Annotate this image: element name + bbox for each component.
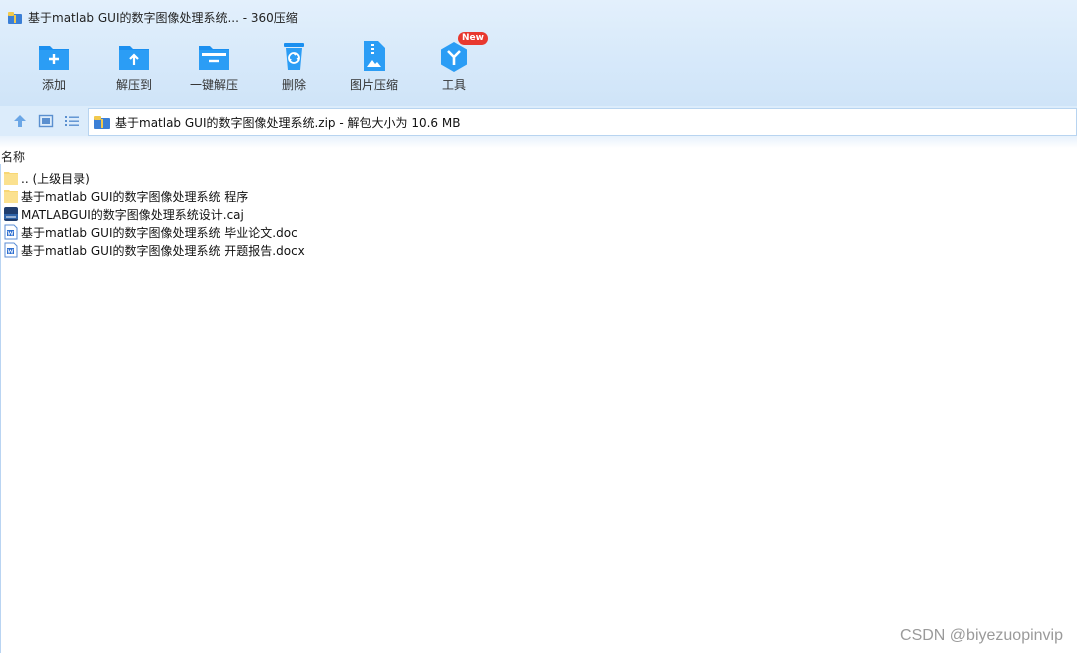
extract-to-label: 解压到	[115, 78, 152, 92]
one-click-extract-label: 一键解压	[189, 78, 238, 92]
title-and-toolbar-area: 基于matlab GUI的数字图像处理系统... - 360压缩 添加 解压到	[0, 0, 1077, 106]
extract-to-icon	[119, 46, 149, 70]
new-badge: New	[458, 32, 488, 45]
address-bar[interactable]: 基于matlab GUI的数字图像处理系统.zip - 解包大小为 10.6 M…	[88, 108, 1077, 136]
add-button[interactable]: 添加	[14, 38, 94, 98]
file-name: .. (上级目录)	[21, 171, 90, 186]
folder-icon	[3, 170, 19, 186]
watermark-text: CSDN @biyezuopinvip	[900, 627, 1063, 644]
delete-label: 删除	[281, 78, 306, 92]
add-label: 添加	[41, 78, 66, 92]
file-name: 基于matlab GUI的数字图像处理系统 毕业论文.doc	[21, 225, 298, 240]
zip-archive-icon	[94, 114, 110, 130]
extract-to-button[interactable]: 解压到	[94, 38, 174, 98]
file-name: MATLABGUI的数字图像处理系统设计.caj	[21, 207, 244, 222]
up-arrow-icon[interactable]	[12, 113, 28, 129]
delete-button[interactable]: 删除	[254, 38, 334, 98]
list-item[interactable]: 基于matlab GUI的数字图像处理系统 程序	[0, 187, 600, 205]
list-view-icon[interactable]	[64, 113, 80, 129]
image-compress-icon	[364, 41, 385, 71]
delete-icon	[284, 43, 304, 70]
window-title: 基于matlab GUI的数字图像处理系统... - 360压缩	[28, 10, 298, 25]
file-name: 基于matlab GUI的数字图像处理系统 程序	[21, 189, 249, 204]
list-item[interactable]: 基于matlab GUI的数字图像处理系统 毕业论文.doc	[0, 223, 600, 241]
archive-app-icon	[8, 10, 22, 24]
one-click-extract-button[interactable]: 一键解压	[174, 38, 254, 98]
thumbnail-view-icon[interactable]	[38, 113, 54, 129]
name-column-header[interactable]: 名称	[0, 148, 25, 164]
list-item[interactable]: MATLABGUI的数字图像处理系统设计.caj	[0, 205, 600, 223]
caj-file-icon	[3, 206, 19, 222]
tools-label: 工具	[441, 78, 466, 92]
tools-button[interactable]: New 工具	[414, 32, 494, 98]
toolbar: 添加 解压到 一键解压 删除 图片压缩 New 工具	[14, 32, 494, 98]
file-name: 基于matlab GUI的数字图像处理系统 开题报告.docx	[21, 243, 305, 258]
list-item[interactable]: 基于matlab GUI的数字图像处理系统 开题报告.docx	[0, 241, 600, 259]
navigation-bar: 基于matlab GUI的数字图像处理系统.zip - 解包大小为 10.6 M…	[0, 106, 1077, 136]
separator-band	[0, 136, 1077, 148]
address-text: 基于matlab GUI的数字图像处理系统.zip - 解包大小为 10.6 M…	[115, 115, 461, 130]
title-bar: 基于matlab GUI的数字图像处理系统... - 360压缩	[8, 8, 298, 26]
image-compress-button[interactable]: 图片压缩	[334, 38, 414, 98]
folder-icon	[3, 188, 19, 204]
list-item[interactable]: .. (上级目录)	[0, 169, 600, 187]
one-click-extract-icon	[199, 46, 229, 70]
word-doc-icon	[3, 242, 19, 258]
file-list: .. (上级目录) 基于matlab GUI的数字图像处理系统 程序 MATLA…	[0, 169, 600, 259]
image-compress-label: 图片压缩	[349, 78, 398, 92]
word-doc-icon	[3, 224, 19, 240]
add-folder-icon	[39, 46, 69, 70]
